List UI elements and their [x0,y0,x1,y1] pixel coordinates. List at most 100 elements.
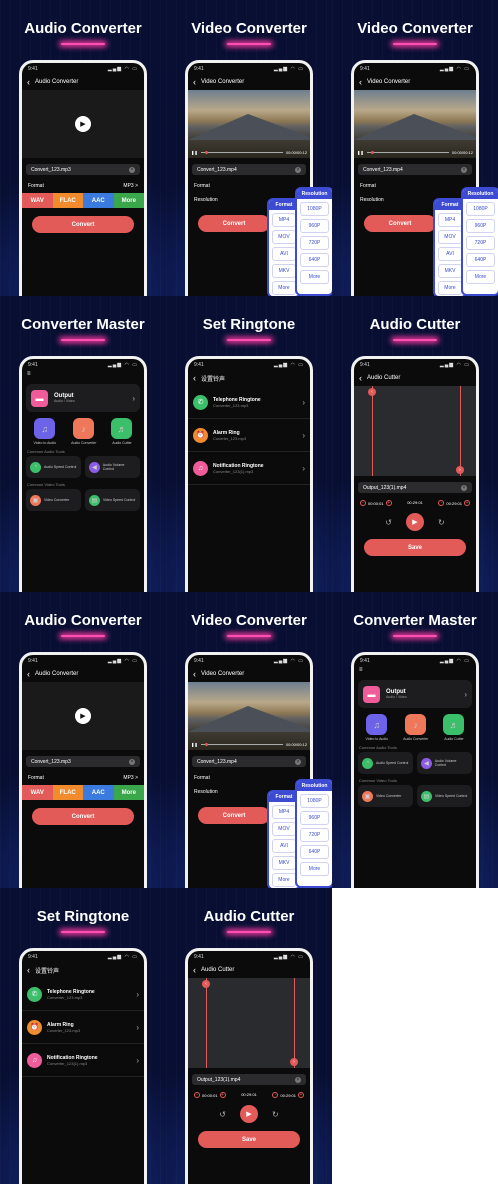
format-option[interactable]: MOV [272,822,296,836]
forward-icon[interactable]: ↻ [438,518,445,527]
video-speed-card[interactable]: ▤ Video Speed Control [85,489,140,511]
output-card[interactable]: ▬ Output Audio / Video › [26,384,140,412]
format-option[interactable]: AVI [272,247,296,261]
file-name-field[interactable]: Convert_123.mp4 × [192,756,306,767]
file-name-field[interactable]: Convert_123.mp4 × [192,164,306,175]
file-name-field[interactable]: Convert_123.mp4 × [358,164,472,175]
play-icon[interactable]: ▶ [406,513,424,531]
resolution-option[interactable]: 640P [300,253,329,267]
pause-icon[interactable]: ❚❚ [357,150,364,155]
format-option[interactable]: MKV [272,264,296,278]
plus-icon[interactable]: + [385,500,392,506]
back-arrow-icon[interactable]: ‹ [27,669,30,679]
plus-icon[interactable]: + [463,500,470,506]
progress-handle[interactable] [370,151,374,154]
video-progress[interactable] [200,151,283,154]
resolution-option[interactable]: More [300,270,329,284]
waveform[interactable]: ‹ › [354,386,476,476]
format-option[interactable]: MKV [272,856,296,870]
resolution-option[interactable]: 1080P [466,202,495,216]
format-option[interactable]: MOV [438,230,462,244]
start-marker[interactable] [206,978,207,1068]
convert-button[interactable]: Convert [198,215,270,232]
progress-handle[interactable] [204,151,208,154]
end-handle-icon[interactable]: › [456,466,464,474]
ringtone-item[interactable]: ♫ Notification Ringtone Converter_123(1).m… [188,452,310,485]
resolution-option[interactable]: 640P [300,845,329,859]
end-handle-icon[interactable]: › [290,1058,298,1066]
forward-icon[interactable]: ↻ [272,1110,279,1119]
clear-icon[interactable]: × [129,758,135,765]
file-name-field[interactable]: Convert_123.mp3 × [26,756,140,767]
back-arrow-icon[interactable]: ‹ [193,965,196,975]
convert-button[interactable]: Convert [32,216,134,233]
clear-icon[interactable]: × [461,166,467,173]
audio-volume-card[interactable]: ◀ Audio Volume Control [85,456,140,478]
minus-icon[interactable]: - [438,500,445,506]
save-button[interactable]: Save [198,1131,300,1148]
back-arrow-icon[interactable]: ‹ [27,77,30,87]
format-option[interactable]: MP4 [272,805,296,819]
ringtone-item[interactable]: ✆ Telephone Ringtone Converter_123.mp3 › [188,386,310,419]
resolution-option[interactable]: 720P [300,828,329,842]
resolution-option[interactable]: 640P [466,253,495,267]
end-marker[interactable] [460,386,461,476]
tool-video-to-audio[interactable]: ♫ Video to Audio [34,418,56,445]
format-option[interactable]: MP4 [272,213,296,227]
ringtone-item[interactable]: ⏰ Alarm Ring Coverter_123.mp3 › [188,419,310,452]
resolution-option[interactable]: 720P [300,236,329,250]
convert-button[interactable]: Convert [364,215,436,232]
video-progress[interactable] [366,151,449,154]
play-icon[interactable]: ▶ [75,116,91,132]
resolution-option[interactable]: 720P [466,236,495,250]
start-marker[interactable] [372,386,373,476]
clear-icon[interactable]: × [295,1076,301,1083]
format-row[interactable]: Format MP3 > [22,179,144,193]
format-flac[interactable]: FLAC [52,785,83,800]
video-converter-card[interactable]: ▣ Video Converter [26,489,81,511]
convert-button[interactable]: Convert [32,808,134,825]
back-arrow-icon[interactable]: ‹ [193,373,196,383]
format-option[interactable]: AVI [438,247,462,261]
menu-icon[interactable]: ≡ [359,667,363,673]
tool-audio-converter[interactable]: ♪ Audio Converter [403,714,428,741]
format-option[interactable]: More [272,281,296,295]
audio-speed-card[interactable]: ◔ Audio Speed Control [358,752,413,774]
tool-audio-cutter[interactable]: ♬ Audio Cutter [111,418,133,445]
resolution-option[interactable]: 960P [300,811,329,825]
format-row[interactable]: Format MP3 > [22,771,144,785]
pause-icon[interactable]: ❚❚ [191,150,198,155]
waveform[interactable]: ‹ › [188,978,310,1068]
video-converter-card[interactable]: ▣ Video Converter [358,785,413,807]
minus-icon[interactable]: - [194,1092,200,1098]
format-option[interactable]: MKV [438,264,462,278]
progress-handle[interactable] [204,743,208,746]
format-row[interactable]: Format [354,179,476,193]
format-aac[interactable]: AAC [83,193,114,208]
rewind-icon[interactable]: ↺ [219,1110,226,1119]
video-progress[interactable] [200,743,283,746]
tool-video-to-audio[interactable]: ♫ Video to Audio [366,714,388,741]
ringtone-item[interactable]: ✆ Telephone Ringtone Converter_123.mp3 › [22,978,144,1011]
resolution-option[interactable]: More [466,270,495,284]
back-arrow-icon[interactable]: ‹ [193,669,196,679]
end-marker[interactable] [294,978,295,1068]
plus-icon[interactable]: + [297,1092,304,1098]
format-option[interactable]: MOV [272,230,296,244]
audio-speed-card[interactable]: ◔ Audio Speed Control [26,456,81,478]
clear-icon[interactable]: × [295,166,301,173]
menu-icon[interactable]: ≡ [27,371,31,377]
back-arrow-icon[interactable]: ‹ [27,965,30,975]
file-name-field[interactable]: Output_123(1).mp4 × [192,1074,306,1085]
resolution-option[interactable]: 960P [466,219,495,233]
start-handle-icon[interactable]: ‹ [202,980,210,988]
format-wav[interactable]: WAV [22,785,53,800]
play-icon[interactable]: ▶ [75,708,91,724]
plus-icon[interactable]: + [219,1092,226,1098]
convert-button[interactable]: Convert [198,807,270,824]
tool-audio-converter[interactable]: ♪ Audio Converter [71,418,96,445]
format-row[interactable]: Format [188,771,310,785]
output-card[interactable]: ▬ Output Audio / Video › [358,680,472,708]
file-name-field[interactable]: Convert_123.mp3 × [26,164,140,175]
format-option[interactable]: MP4 [438,213,462,227]
